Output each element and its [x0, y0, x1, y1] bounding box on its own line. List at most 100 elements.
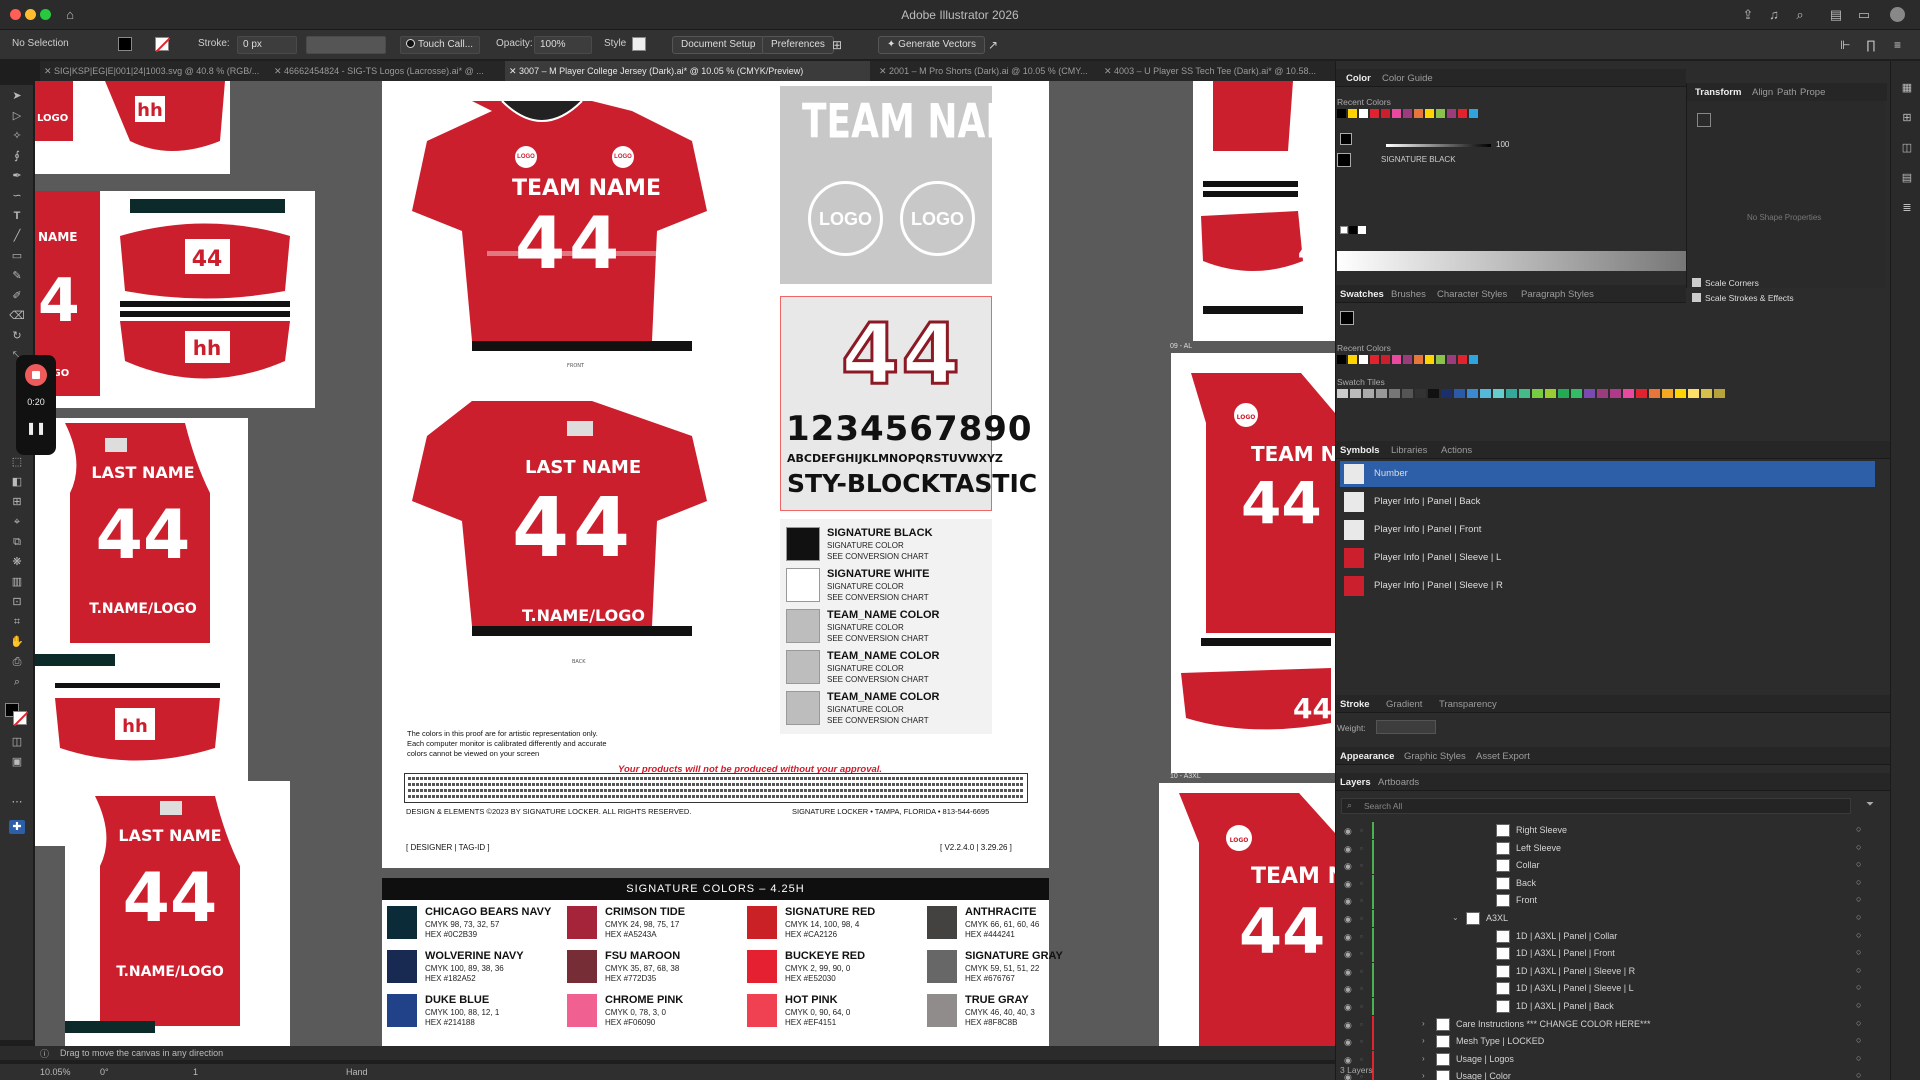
tab-actions[interactable]: Actions: [1441, 445, 1472, 456]
layer-row[interactable]: ◉ ▫ Right Sleeve ○: [1336, 822, 1886, 839]
eye-icon[interactable]: ◉: [1344, 967, 1352, 978]
more-tools-icon[interactable]: ⋯: [9, 795, 25, 809]
tab-transparency[interactable]: Transparency: [1439, 699, 1497, 710]
layer-row[interactable]: ◉ ▫ › Usage | Logos ○: [1336, 1050, 1886, 1068]
lock-icon[interactable]: ▫: [1360, 879, 1363, 888]
target-icon[interactable]: ○: [1856, 912, 1861, 922]
scale-corners-checkbox[interactable]: Scale Corners: [1692, 278, 1759, 288]
color-fill-swatch[interactable]: [1340, 133, 1352, 145]
tab-paragraph-styles[interactable]: Paragraph Styles: [1521, 289, 1594, 300]
canvas[interactable]: hhLOGO NAME4LOGO44hh LAST NAME44T.NAME/L…: [35, 81, 1335, 1048]
fill-swatch[interactable]: [118, 37, 132, 51]
none-swatch[interactable]: [1340, 226, 1348, 234]
target-icon[interactable]: ○: [1856, 930, 1861, 940]
layer-row[interactable]: ◉ ▫ ⌄ A3XL ○: [1336, 910, 1886, 927]
reference-point-icon[interactable]: [1697, 113, 1711, 127]
eye-icon[interactable]: ◉: [1344, 844, 1352, 855]
panel-menu-icon[interactable]: ≡: [1894, 38, 1901, 52]
lock-icon[interactable]: ▫: [1360, 1055, 1363, 1064]
variable-width-profile[interactable]: [306, 36, 386, 54]
tab-path[interactable]: Path: [1777, 87, 1797, 98]
swatch-tile[interactable]: [1389, 389, 1400, 398]
tab-stroke[interactable]: Stroke: [1340, 699, 1370, 710]
swatch-tile[interactable]: [1493, 389, 1504, 398]
selection-tool-icon[interactable]: ➤: [9, 89, 25, 103]
filter-icon[interactable]: ⏷: [1866, 799, 1874, 810]
swatch-tile[interactable]: [1363, 389, 1374, 398]
eye-icon[interactable]: ◉: [1344, 861, 1352, 872]
expand-chevron-icon[interactable]: ›: [1422, 1054, 1425, 1063]
recent-color-swatch[interactable]: [1359, 355, 1368, 364]
curvature-tool-icon[interactable]: ∽: [9, 189, 25, 203]
target-icon[interactable]: ○: [1856, 1018, 1861, 1028]
layer-row[interactable]: ◉ ▫ Collar ○: [1336, 857, 1886, 875]
target-icon[interactable]: ○: [1856, 982, 1861, 992]
swatch-tile[interactable]: [1402, 389, 1413, 398]
pen-tool-icon[interactable]: ✒: [9, 169, 25, 183]
tab-character-styles[interactable]: Character Styles: [1437, 289, 1507, 300]
target-icon[interactable]: ○: [1856, 1000, 1861, 1010]
artboard-navigation[interactable]: 1: [193, 1067, 198, 1077]
swatch-tile[interactable]: [1701, 389, 1712, 398]
eye-icon[interactable]: ◉: [1344, 984, 1352, 995]
eraser-tool-icon[interactable]: ⌫: [9, 309, 25, 323]
recent-color-swatch[interactable]: [1359, 109, 1368, 118]
recent-color-swatch[interactable]: [1469, 355, 1478, 364]
generate-vectors-button[interactable]: ✦ Generate Vectors: [878, 36, 985, 54]
layer-row[interactable]: ◉ ▫ Front ○: [1336, 892, 1886, 910]
layer-row[interactable]: ◉ ▫ 1D | A3XL | Panel | Front ○: [1336, 945, 1886, 963]
target-icon[interactable]: ○: [1856, 859, 1861, 869]
line-tool-icon[interactable]: ╱: [9, 229, 25, 243]
swatch-tile[interactable]: [1688, 389, 1699, 398]
shaper-tool-icon[interactable]: ✐: [9, 289, 25, 303]
zoom-tool-icon[interactable]: ⌕: [9, 675, 25, 689]
swatch-tile[interactable]: [1675, 389, 1686, 398]
target-icon[interactable]: ○: [1856, 965, 1861, 975]
recent-color-swatch[interactable]: [1403, 355, 1412, 364]
document-setup-button[interactable]: Document Setup: [672, 36, 765, 54]
mesh-tool-icon[interactable]: ⊞: [9, 495, 25, 509]
swatch-tile[interactable]: [1454, 389, 1465, 398]
hand-tool-icon[interactable]: ✋: [9, 635, 25, 649]
recent-color-swatch[interactable]: [1425, 109, 1434, 118]
symbol-sprayer-tool-icon[interactable]: ❋: [9, 555, 25, 569]
tab-color[interactable]: Color: [1346, 73, 1371, 84]
preferences-button[interactable]: Preferences: [762, 36, 834, 54]
symbol-item[interactable]: Player Info | Panel | Sleeve | R: [1340, 573, 1875, 599]
avatar[interactable]: [1890, 7, 1905, 22]
layer-row[interactable]: ◉ ▫ 1D | A3XL | Panel | Sleeve | R ○: [1336, 962, 1886, 980]
target-icon[interactable]: ○: [1856, 842, 1861, 852]
recent-color-swatch[interactable]: [1447, 109, 1456, 118]
tint-slider[interactable]: [1386, 144, 1491, 147]
tab-brushes[interactable]: Brushes: [1391, 289, 1426, 300]
recent-color-swatch[interactable]: [1414, 109, 1423, 118]
swatch-tile[interactable]: [1636, 389, 1647, 398]
swatches-fill-box[interactable]: [1340, 311, 1354, 325]
tab-document-4[interactable]: ✕ 2001 – M Pro Shorts (Dark).ai @ 10.05 …: [875, 61, 1095, 81]
gradient-tool-icon[interactable]: ◧: [9, 475, 25, 489]
lasso-tool-icon[interactable]: ∮: [9, 149, 25, 163]
layer-row[interactable]: ◉ ▫ Left Sleeve ○: [1336, 839, 1886, 857]
swatch-tile[interactable]: [1506, 389, 1517, 398]
brush-definition-dropdown[interactable]: Touch Call...: [400, 36, 480, 54]
close-tab-icon[interactable]: ✕: [509, 66, 519, 76]
swatch-tile[interactable]: [1558, 389, 1569, 398]
zoom-level[interactable]: 10.05%: [40, 1067, 71, 1077]
tab-symbols[interactable]: Symbols: [1340, 445, 1380, 456]
swatch-tile[interactable]: [1428, 389, 1439, 398]
tint-value[interactable]: 100: [1496, 140, 1509, 149]
swatch-tile[interactable]: [1714, 389, 1725, 398]
symbol-item[interactable]: Number: [1340, 461, 1875, 487]
layer-row[interactable]: ◉ ▫ 1D | A3XL | Panel | Collar ○: [1336, 927, 1886, 945]
screen-mode-icon[interactable]: ▣: [9, 755, 25, 769]
recent-color-swatch[interactable]: [1392, 355, 1401, 364]
target-icon[interactable]: ○: [1856, 1035, 1861, 1045]
recent-color-swatch[interactable]: [1348, 355, 1357, 364]
tab-transform[interactable]: Transform: [1695, 87, 1741, 98]
free-transform-tool-icon[interactable]: ⬚: [9, 455, 25, 469]
eye-icon[interactable]: ◉: [1344, 1037, 1352, 1048]
align-icon[interactable]: ⊩: [1840, 38, 1850, 52]
tab-swatches[interactable]: Swatches: [1340, 289, 1384, 300]
swatch-tile[interactable]: [1623, 389, 1634, 398]
swatch-tile[interactable]: [1532, 389, 1543, 398]
